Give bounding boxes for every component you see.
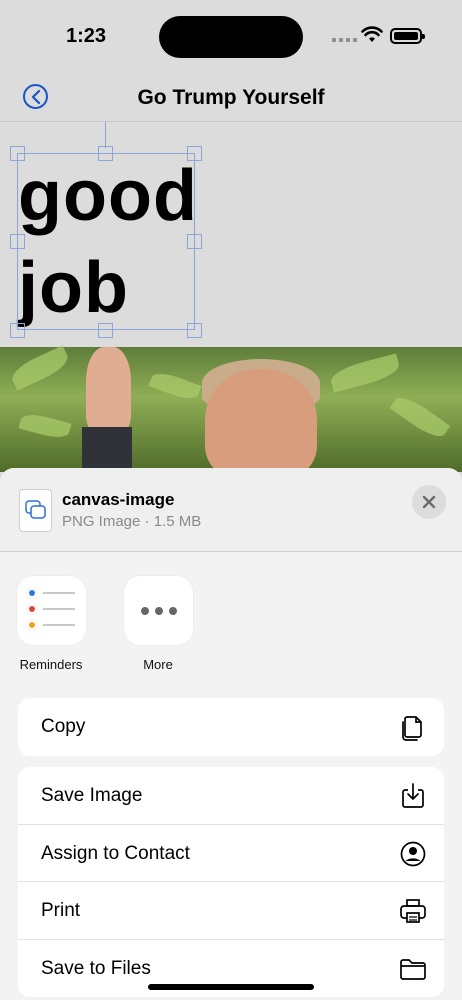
action-print[interactable]: Print <box>18 882 444 940</box>
resize-handle[interactable] <box>187 234 202 249</box>
background-photo <box>0 345 462 472</box>
resize-handle[interactable] <box>10 323 25 338</box>
reminders-icon <box>16 576 86 645</box>
app-reminders[interactable]: Reminders <box>1 576 101 672</box>
action-copy[interactable]: Copy <box>18 698 444 756</box>
resize-handle[interactable] <box>10 234 25 249</box>
wifi-icon <box>361 26 383 42</box>
dynamic-island <box>159 16 303 58</box>
navigation-bar: Go Trump Yourself <box>0 70 462 122</box>
battery-icon <box>390 28 425 44</box>
copy-icon <box>402 716 422 741</box>
action-label: Assign to Contact <box>41 842 190 864</box>
actions-group-main: Save Image Assign to Contact Print Save … <box>18 767 444 997</box>
action-save-image[interactable]: Save Image <box>18 767 444 825</box>
printer-icon <box>400 899 426 923</box>
rotation-handle-line <box>105 122 106 148</box>
page-title: Go Trump Yourself <box>137 86 325 109</box>
resize-handle[interactable] <box>187 146 202 161</box>
image-canvas[interactable]: good job <box>0 122 462 472</box>
action-label: Save Image <box>41 785 143 806</box>
status-bar: 1:23 <box>0 0 462 70</box>
home-indicator[interactable] <box>148 984 314 990</box>
cellular-signal-icon <box>332 38 357 42</box>
resize-handle[interactable] <box>10 146 25 161</box>
status-time: 1:23 <box>66 25 107 47</box>
file-info: PNG Image · 1.5 MB <box>62 513 202 530</box>
resize-handle[interactable] <box>98 146 113 161</box>
share-apps-row: Reminders More <box>0 576 462 676</box>
image-file-icon <box>25 500 46 519</box>
action-label: Save to Files <box>41 957 151 979</box>
resize-handle[interactable] <box>98 323 113 338</box>
action-label: Copy <box>41 716 86 737</box>
folder-icon <box>400 958 426 980</box>
contact-icon <box>400 841 426 866</box>
file-name: canvas-image <box>62 490 175 509</box>
app-more[interactable]: More <box>108 576 208 672</box>
share-sheet: canvas-image PNG Image · 1.5 MB Reminder… <box>0 468 462 1000</box>
resize-handle[interactable] <box>187 323 202 338</box>
actions-group-copy: Copy <box>18 698 444 756</box>
close-icon <box>422 495 436 509</box>
share-sheet-header: canvas-image PNG Image · 1.5 MB <box>0 468 462 552</box>
app-label: More <box>143 657 173 672</box>
save-image-icon <box>402 783 424 808</box>
file-thumbnail <box>19 489 52 532</box>
app-label: Reminders <box>19 657 83 672</box>
action-label: Print <box>41 900 81 921</box>
action-assign-contact[interactable]: Assign to Contact <box>18 825 444 882</box>
close-button[interactable] <box>412 485 446 519</box>
selection-box[interactable] <box>17 153 195 330</box>
more-icon <box>123 576 193 645</box>
